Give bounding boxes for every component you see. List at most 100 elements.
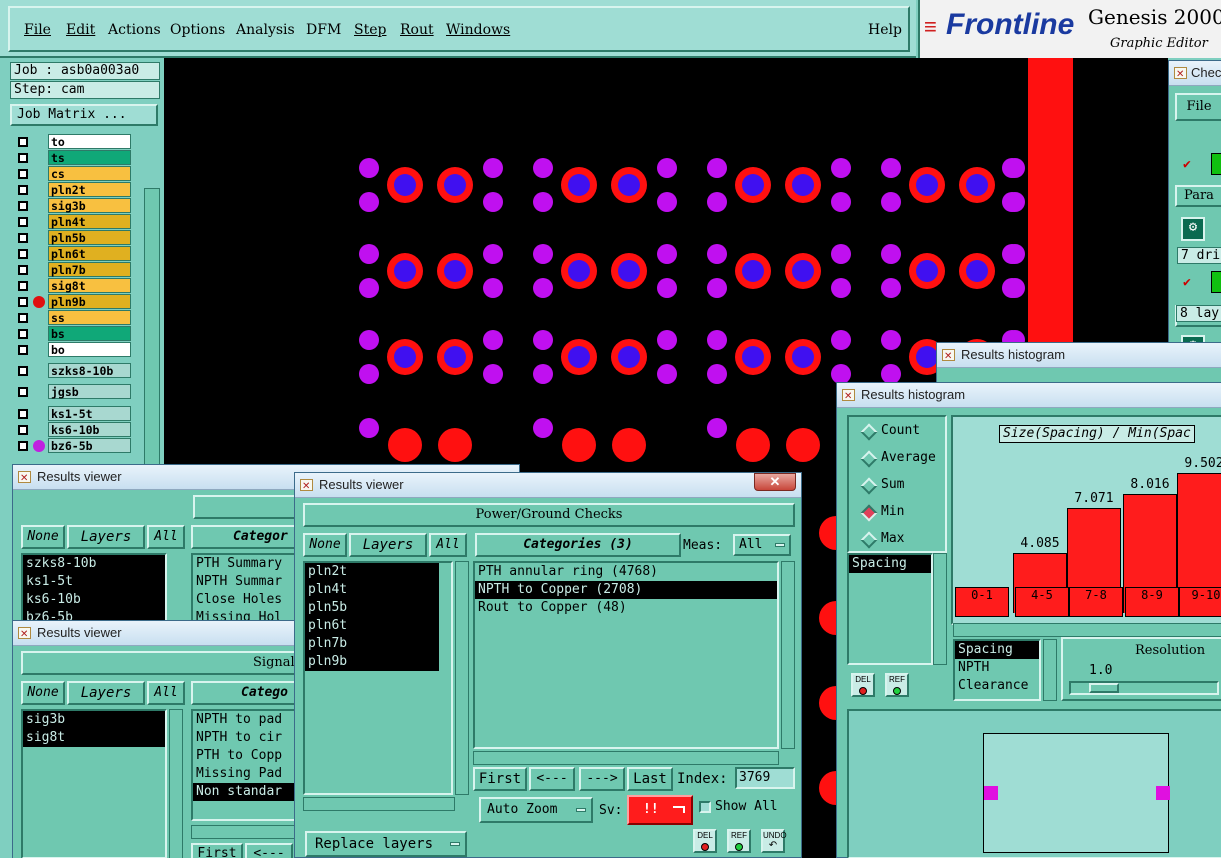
radio-average[interactable]: Average (859, 448, 936, 468)
layer-checkbox[interactable] (18, 249, 28, 259)
menu-rout[interactable]: Rout (400, 22, 434, 38)
layer-checkbox[interactable] (18, 425, 28, 435)
layer-checkbox[interactable] (18, 409, 28, 419)
list-item[interactable]: pln5b (305, 599, 439, 617)
list-item-spacing[interactable]: Spacing (955, 641, 1039, 659)
menu-edit[interactable]: Edit (66, 22, 95, 38)
menu-file[interactable]: File (24, 22, 51, 38)
list-item[interactable]: pln9b (305, 653, 439, 671)
check-mark-icon-2[interactable]: ✔ (1183, 275, 1193, 290)
layer-checkbox[interactable] (18, 329, 28, 339)
list-item[interactable]: Spacing (849, 555, 931, 573)
menu-windows[interactable]: Windows (446, 22, 510, 38)
histogram-top-scroll[interactable] (933, 553, 947, 665)
radio-sum[interactable]: Sum (859, 475, 904, 495)
layer-checkbox[interactable] (18, 345, 28, 355)
pg-layer-scroll[interactable] (455, 561, 469, 795)
check-mark-icon[interactable]: ✔ (1183, 157, 1193, 172)
drill-layers-button[interactable]: Layers (67, 525, 145, 549)
pg-layer-hscroll[interactable] (303, 797, 455, 811)
replace-layers-dropdown[interactable]: Replace layers (305, 831, 467, 857)
layer-checkbox[interactable] (18, 441, 28, 451)
signal-layer-list[interactable]: sig3b sig8t (21, 709, 167, 858)
list-item[interactable]: pln7b (305, 635, 439, 653)
drill-none-button[interactable]: None (21, 525, 65, 549)
signal-prev-button[interactable]: <--- (245, 843, 293, 858)
layer-checkbox[interactable] (18, 169, 28, 179)
layer-checkbox[interactable] (18, 265, 28, 275)
layer-row-pln4t[interactable]: pln4t (12, 214, 132, 229)
list-item[interactable]: pln2t (305, 563, 439, 581)
histogram-bin-label[interactable]: 9-10 (1179, 587, 1221, 617)
layer-checkbox[interactable] (18, 153, 28, 163)
last-button[interactable]: Last (627, 767, 673, 791)
histogram-top-list[interactable]: Spacing (847, 553, 933, 665)
resolution-slider-thumb[interactable] (1089, 683, 1119, 693)
list-item[interactable]: sig3b (23, 711, 165, 729)
pg-layer-list[interactable]: pln2t pln4t pln5b pln6t pln7b pln9b (303, 561, 453, 795)
histogram-bottom-scroll[interactable] (1043, 639, 1057, 701)
list-item[interactable]: Rout to Copper (48) (475, 599, 777, 617)
layer-row-pln5b[interactable]: pln5b (12, 230, 132, 245)
pg-ref-button[interactable]: REF (727, 829, 751, 853)
histogram-bin-label[interactable]: 7-8 (1069, 587, 1123, 617)
layer-row-bo[interactable]: bo (12, 342, 132, 357)
pg-categories-header[interactable]: Categories (3) (475, 533, 681, 557)
radio-min[interactable]: Min (859, 502, 904, 522)
layer-row-bs[interactable]: bs (12, 326, 132, 341)
layer-checkbox[interactable] (18, 233, 28, 243)
pg-all-button[interactable]: All (429, 533, 467, 557)
layer-checkbox[interactable] (18, 217, 28, 227)
menu-help[interactable]: Help (868, 22, 902, 38)
layer-row-ks1-5t[interactable]: ks1-5t (12, 406, 132, 421)
layer-row-pln6t[interactable]: pln6t (12, 246, 132, 261)
radio-count[interactable]: Count (859, 421, 920, 441)
layer-checkbox[interactable] (18, 201, 28, 211)
meas-dropdown[interactable]: All (733, 534, 791, 556)
list-item[interactable]: pln6t (305, 617, 439, 635)
histogram-bin-label[interactable]: 0-1 (955, 587, 1009, 617)
list-item[interactable]: szks8-10b (23, 555, 165, 573)
histogram-bottom-list[interactable]: Spacing NPTH Clearance (953, 639, 1041, 701)
pg-close-button[interactable]: ✕ (754, 473, 796, 491)
layer-row-pln2t[interactable]: pln2t (12, 182, 132, 197)
signal-first-button[interactable]: First (191, 843, 243, 858)
check-file-button[interactable]: File (1175, 93, 1221, 121)
layer-row-bz6-5b[interactable]: bz6-5b (12, 438, 132, 453)
auto-zoom-dropdown[interactable]: Auto Zoom (479, 797, 593, 823)
layer-checkbox[interactable] (18, 313, 28, 323)
pg-category-list[interactable]: PTH annular ring (4768) NPTH to Copper (… (473, 561, 779, 749)
layer-checkbox[interactable] (18, 137, 28, 147)
menu-options[interactable]: Options (170, 22, 225, 38)
histogram-hscroll[interactable] (953, 623, 1221, 637)
layer-row-ks6-10b[interactable]: ks6-10b (12, 422, 132, 437)
layer-row-sig8t[interactable]: sig8t (12, 278, 132, 293)
pg-none-button[interactable]: None (303, 533, 347, 557)
layer-row-ts[interactable]: ts (12, 150, 132, 165)
sv-dropdown[interactable]: !! (627, 795, 693, 825)
histogram-bin-label[interactable]: 8-9 (1125, 587, 1179, 617)
layer-row-jgsb[interactable]: jgsb (12, 384, 132, 399)
layer-checkbox[interactable] (18, 387, 28, 397)
layer-checkbox[interactable] (18, 297, 28, 307)
signal-all-button[interactable]: All (147, 681, 185, 705)
resolution-slider[interactable] (1069, 681, 1219, 695)
drill-all-button[interactable]: All (147, 525, 185, 549)
prev-button[interactable]: <--- (529, 767, 575, 791)
signal-none-button[interactable]: None (21, 681, 65, 705)
run-icon[interactable]: ⚙ (1181, 217, 1205, 241)
check-param-button[interactable]: Para (1175, 185, 1221, 207)
job-matrix-button[interactable]: Job Matrix ... (10, 104, 158, 126)
pg-category-hscroll[interactable] (473, 751, 779, 765)
signal-layers-button[interactable]: Layers (67, 681, 145, 705)
next-button[interactable]: ---> (579, 767, 625, 791)
signal-layer-scroll[interactable] (169, 709, 183, 858)
index-input[interactable]: 3769 (735, 767, 795, 789)
list-item[interactable]: ks1-5t (23, 573, 165, 591)
layer-row-sig3b[interactable]: sig3b (12, 198, 132, 213)
hist-del-button[interactable]: DEL (851, 673, 875, 697)
layer-checkbox[interactable] (18, 281, 28, 291)
list-item[interactable]: sig8t (23, 729, 165, 747)
pg-category-scroll[interactable] (781, 561, 795, 749)
layer-row-cs[interactable]: cs (12, 166, 132, 181)
